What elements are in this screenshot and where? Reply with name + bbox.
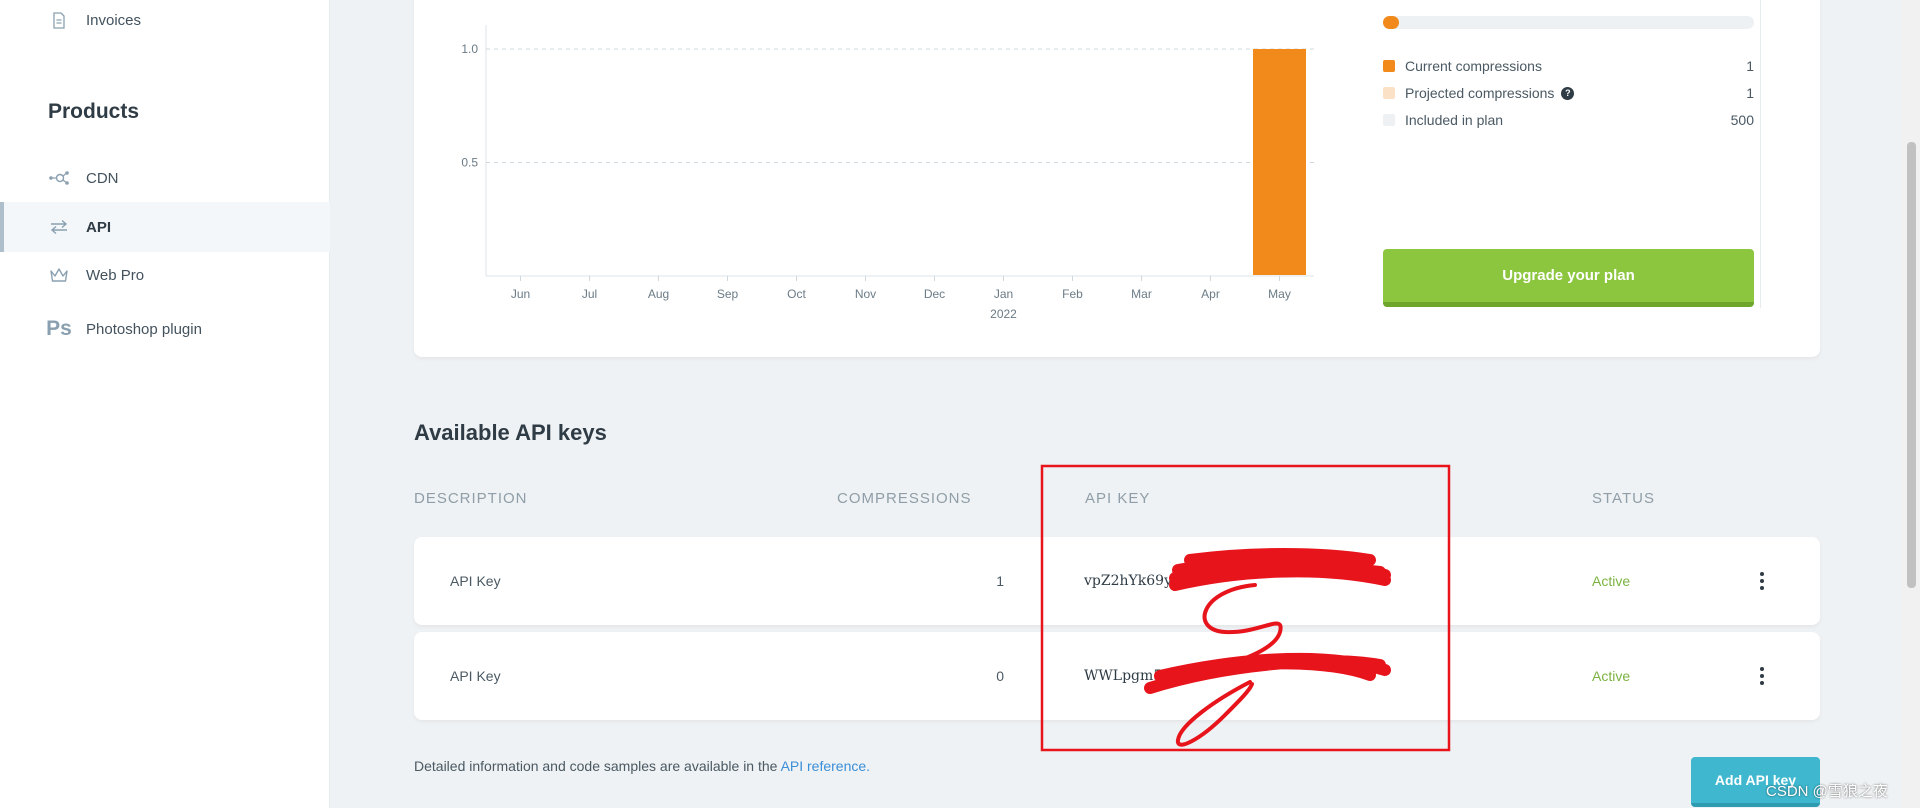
year-label: 2022 xyxy=(990,307,1017,321)
table-row: API Key 0 WWLpgm5f5ss Active xyxy=(414,632,1820,720)
status-badge: Active xyxy=(1592,573,1631,589)
legend-current-compressions: Current compressions 1 xyxy=(1383,54,1754,78)
products-heading: Products xyxy=(48,100,140,123)
legend-value: 1 xyxy=(1746,58,1754,74)
usage-progress-fill xyxy=(1383,16,1399,29)
legend-label: Current compressions xyxy=(1405,58,1542,74)
cdn-network-icon xyxy=(48,167,70,189)
x-tick-label: Dec xyxy=(924,287,945,301)
sidebar-item-label: Invoices xyxy=(86,11,142,29)
key-description: API Key xyxy=(450,668,501,684)
sidebar-item-photoshop-plugin[interactable]: Ps Photoshop plugin xyxy=(0,305,330,353)
sidebar-item-api[interactable]: API xyxy=(0,202,330,252)
upgrade-plan-button[interactable]: Upgrade your plan xyxy=(1383,249,1754,307)
x-tick-label: Nov xyxy=(855,287,876,301)
scrollbar-thumb[interactable] xyxy=(1907,142,1916,588)
sidebar-item-label: Photoshop plugin xyxy=(86,320,202,338)
x-tick-label: Apr xyxy=(1201,287,1220,301)
sidebar-item-label: Web Pro xyxy=(86,266,145,284)
column-header-api-key: API KEY xyxy=(1085,490,1151,507)
status-badge: Active xyxy=(1592,668,1631,684)
y-tick-label: 1.0 xyxy=(461,42,478,56)
watermark: CSDN @雪狼之夜 xyxy=(1766,783,1888,800)
legend-swatch xyxy=(1383,87,1395,99)
key-description: API Key xyxy=(450,573,501,589)
table-row: API Key 1 vpZ2hYk69y Active xyxy=(414,537,1820,625)
legend-label: Included in plan xyxy=(1405,112,1504,128)
card-divider xyxy=(1760,0,1761,308)
legend-included-in-plan: Included in plan 500 xyxy=(1383,108,1754,132)
column-header-status: STATUS xyxy=(1592,490,1655,507)
x-tick-label: Jun xyxy=(511,287,530,301)
x-tick-label: May xyxy=(1268,287,1291,301)
usage-progress-bar xyxy=(1383,16,1754,29)
more-options-icon[interactable] xyxy=(1754,537,1770,625)
more-options-icon[interactable] xyxy=(1754,632,1770,720)
column-header-compressions: COMPRESSIONS xyxy=(837,490,972,507)
sidebar: Invoices Products CDN API Web Pro Ps Pho… xyxy=(0,0,330,808)
api-footnote: Detailed information and code samples ar… xyxy=(414,758,871,774)
legend-label: Projected compressions ? xyxy=(1405,85,1746,101)
bar-may xyxy=(1253,49,1306,275)
legend-projected-compressions: Projected compressions ? 1 xyxy=(1383,81,1754,105)
usage-card: 0.5 1.0 Jun Jul Aug Sep Oct Nov Dec Jan Feb Mar Apr M… xyxy=(414,0,1820,357)
x-tick-label: Sep xyxy=(717,287,739,301)
photoshop-icon: Ps xyxy=(46,317,72,340)
sidebar-item-cdn[interactable]: CDN xyxy=(0,154,330,202)
page-scrollbar[interactable] xyxy=(1902,0,1920,808)
sidebar-item-invoices[interactable]: Invoices xyxy=(0,0,330,44)
swap-arrows-icon xyxy=(48,216,70,238)
x-tick-label: Jan xyxy=(994,287,1013,301)
column-header-description: DESCRIPTION xyxy=(414,490,528,507)
x-tick-label: Jul xyxy=(582,287,597,301)
crown-icon xyxy=(48,264,70,286)
api-keys-title: Available API keys xyxy=(414,420,607,445)
key-compressions: 0 xyxy=(996,668,1004,684)
help-icon[interactable]: ? xyxy=(1561,86,1575,100)
sidebar-item-label: API xyxy=(86,218,112,236)
document-icon xyxy=(48,9,70,31)
api-reference-link[interactable]: API reference. xyxy=(781,758,871,774)
legend-value: 500 xyxy=(1730,112,1754,128)
api-key-value[interactable]: vpZ2hYk69y xyxy=(1084,537,1172,625)
x-tick-label: Mar xyxy=(1131,287,1152,301)
legend-swatch xyxy=(1383,60,1395,72)
legend-value: 1 xyxy=(1746,85,1754,101)
x-tick-label: Aug xyxy=(648,287,669,301)
sidebar-item-label: CDN xyxy=(86,169,119,187)
y-tick-label: 0.5 xyxy=(461,156,478,170)
sidebar-item-web-pro[interactable]: Web Pro xyxy=(0,251,330,299)
x-tick-label: Feb xyxy=(1062,287,1083,301)
x-tick-label: Oct xyxy=(787,287,806,301)
legend-swatch xyxy=(1383,114,1395,126)
key-compressions: 1 xyxy=(996,573,1004,589)
api-key-value[interactable]: WWLpgm5f5ss xyxy=(1084,632,1191,720)
